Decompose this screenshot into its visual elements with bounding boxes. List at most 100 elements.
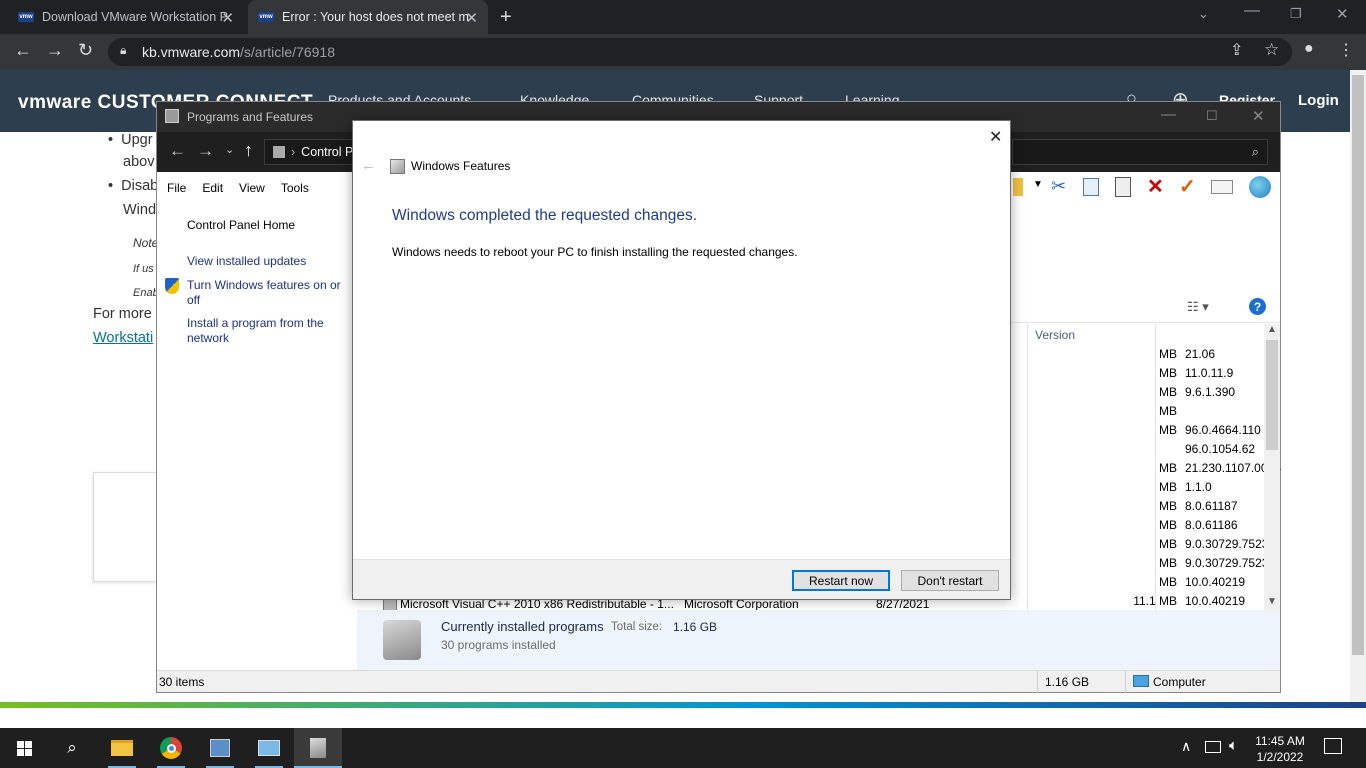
list-scrollbar-thumb[interactable] — [1266, 340, 1278, 450]
restart-now-button[interactable]: Restart now — [792, 570, 890, 591]
dropdown-arrow-icon[interactable]: ▼ — [1033, 179, 1043, 190]
computer-icon — [1133, 675, 1149, 687]
install-from-network-link[interactable]: Install a program from the network — [187, 316, 347, 346]
menu-icon[interactable]: ⋮ — [1338, 40, 1354, 60]
list-scrollbar[interactable]: ▲ ▼ — [1264, 324, 1280, 610]
table-row[interactable]: MB 8.0.61187 — [1007, 499, 1267, 515]
dont-restart-button[interactable]: Don't restart — [901, 570, 999, 591]
program-size: MB — [1159, 461, 1177, 475]
clock-time[interactable]: 11:45 AM — [1255, 734, 1305, 748]
pf-search-box[interactable]: ⌕ — [1012, 139, 1268, 165]
address-bar[interactable]: 🔒︎ kb.vmware.com/s/article/76918 — [108, 38, 1292, 66]
scroll-down-icon[interactable]: ▼ — [1267, 596, 1277, 607]
pf-breadcrumb[interactable]: › Control P — [264, 139, 356, 165]
pf-forward-icon[interactable]: → — [197, 141, 214, 161]
table-row[interactable]: MB — [1007, 404, 1267, 420]
paste-icon[interactable] — [1115, 177, 1131, 197]
scroll-up-icon[interactable]: ▲ — [1267, 324, 1277, 335]
table-row[interactable]: MB 21.230.1107.0004 — [1007, 461, 1281, 477]
version-column-header[interactable]: Version — [1035, 328, 1075, 342]
clock-date[interactable]: 1/2/2022 — [1255, 750, 1305, 764]
properties-icon[interactable] — [1211, 180, 1233, 194]
file-explorer-icon[interactable] — [98, 728, 146, 768]
dialog-title: Windows Features — [411, 159, 511, 173]
bookmark-star-icon[interactable]: ☆ — [1264, 40, 1279, 60]
network-app-icon[interactable] — [196, 728, 244, 768]
globe-icon[interactable] — [1249, 176, 1271, 198]
table-row[interactable]: MB 10.0.40219 — [1007, 575, 1267, 591]
menu-view[interactable]: View — [239, 181, 265, 195]
copy-icon[interactable] — [1083, 178, 1099, 196]
table-row[interactable]: MB 11.0.11.9 — [1007, 366, 1267, 382]
pf-close-icon[interactable]: ✕ — [1252, 107, 1265, 125]
program-version: 8.0.61186 — [1185, 518, 1238, 532]
notifications-icon[interactable] — [1324, 738, 1342, 754]
dialog-close-icon[interactable]: ✕ — [989, 127, 1002, 147]
share-icon[interactable]: ⇪ — [1230, 40, 1243, 60]
table-row[interactable]: 96.0.1054.62 — [1007, 442, 1267, 458]
program-size: MB — [1159, 556, 1177, 570]
program-version: 9.0.30729.7523 — [1185, 537, 1269, 551]
workstation-link[interactable]: Workstati — [93, 330, 153, 346]
pf-recent-icon[interactable]: ⌄ — [225, 143, 234, 156]
forward-icon[interactable]: → — [46, 40, 64, 61]
pf-minimize-icon[interactable]: — — [1161, 106, 1176, 123]
pf-maximize-icon[interactable]: ☐ — [1206, 108, 1218, 124]
program-size: MB — [1159, 499, 1177, 513]
windows-taskbar: ⌕ ∧ 🔈︎ 11:45 AM 1/2/2022 — [0, 728, 1366, 768]
start-button[interactable] — [0, 728, 48, 768]
browser-tab-download[interactable]: vmw Download VMware Workstation P ✕ — [8, 0, 244, 34]
control-panel-icon — [165, 109, 179, 123]
control-panel-taskbar-icon[interactable] — [245, 728, 293, 768]
table-row[interactable]: MB 9.0.30729.7523 — [1007, 556, 1268, 572]
volume-muted-icon[interactable]: 🔈︎ — [1229, 737, 1238, 754]
tab-close-icon[interactable]: ✕ — [465, 9, 478, 27]
login-link[interactable]: Login — [1298, 92, 1339, 109]
table-row[interactable]: MB 8.0.61186 — [1007, 518, 1267, 534]
pf-back-icon[interactable]: ← — [169, 141, 186, 161]
menu-file[interactable]: File — [167, 181, 186, 195]
menu-edit[interactable]: Edit — [202, 181, 223, 195]
pf-status-bar: 30 items 1.16 GB Computer — [157, 670, 1280, 693]
view-options-icon[interactable]: ☷ ▾ — [1187, 299, 1209, 315]
reload-icon[interactable]: ↻ — [78, 40, 93, 61]
breadcrumb-text: Control P — [301, 145, 354, 159]
checkmark-icon[interactable]: ✓ — [1179, 174, 1196, 199]
tab-search-icon[interactable]: ⌄ — [1198, 6, 1209, 22]
profile-icon[interactable]: ● — [1304, 40, 1314, 58]
table-row[interactable]: MB 1.1.0 — [1007, 480, 1267, 496]
tab-close-icon[interactable]: ✕ — [221, 9, 234, 27]
search-icon: ⌕ — [1251, 144, 1259, 159]
view-installed-updates-link[interactable]: View installed updates — [187, 254, 347, 269]
table-row[interactable]: MB 96.0.4664.110 — [1007, 423, 1267, 439]
programs-features-taskbar-icon[interactable] — [294, 728, 342, 768]
restore-icon[interactable]: ❐ — [1290, 6, 1302, 22]
search-icon[interactable]: ⌕ — [48, 728, 96, 768]
table-row[interactable]: MB 21.06 — [1007, 347, 1267, 363]
new-tab-icon[interactable]: + — [500, 6, 512, 29]
folder-icon[interactable] — [1013, 178, 1023, 196]
vmware-favicon-icon: vmw — [18, 12, 34, 22]
help-icon[interactable]: ? — [1249, 298, 1266, 315]
lock-icon: 🔒︎ — [120, 43, 127, 57]
chrome-icon[interactable] — [147, 728, 195, 768]
control-panel-home-link[interactable]: Control Panel Home — [187, 218, 295, 233]
windows-features-dialog: ✕ ← Windows Features Windows completed t… — [352, 120, 1011, 600]
cut-icon[interactable]: ✂ — [1051, 176, 1066, 197]
pf-up-icon[interactable]: ↑ — [244, 140, 253, 161]
close-window-icon[interactable]: ✕ — [1336, 5, 1349, 23]
menu-tools[interactable]: Tools — [281, 181, 309, 195]
minimize-icon[interactable]: — — [1244, 2, 1260, 20]
note-text: Enab — [133, 287, 159, 299]
windows-features-icon — [390, 159, 405, 174]
browser-tab-error[interactable]: vmw Error : Your host does not meet m ✕ — [248, 0, 488, 34]
dialog-back-icon[interactable]: ← — [361, 157, 376, 174]
network-icon[interactable] — [1205, 741, 1221, 753]
back-icon[interactable]: ← — [14, 40, 32, 61]
table-row[interactable]: MB 9.0.30729.7523 — [1007, 537, 1269, 553]
turn-windows-features-link[interactable]: Turn Windows features on or off — [187, 278, 347, 308]
page-scrollbar-thumb[interactable] — [1352, 75, 1364, 655]
table-row[interactable]: MB 9.6.1.390 — [1007, 385, 1267, 401]
tray-chevron-icon[interactable]: ∧ — [1181, 738, 1191, 755]
delete-icon[interactable]: ✕ — [1147, 174, 1164, 199]
